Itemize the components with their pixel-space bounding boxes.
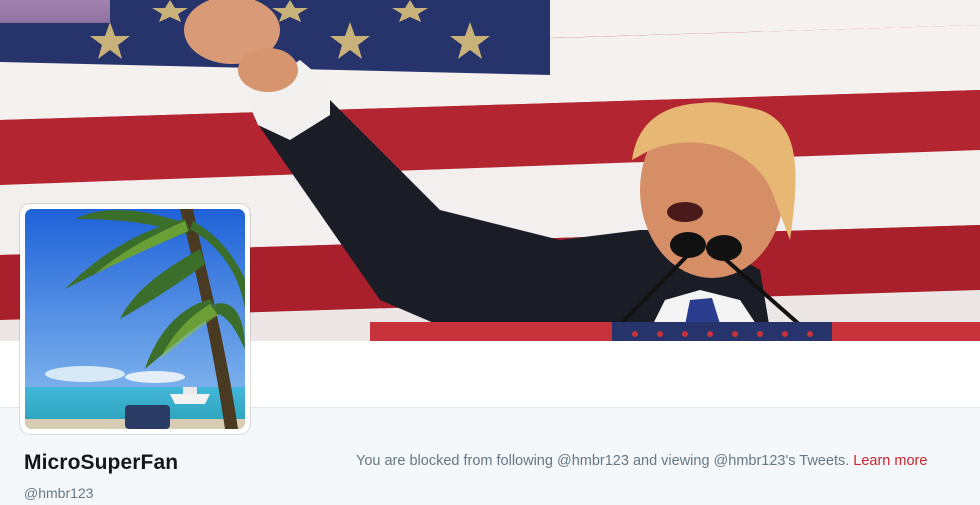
corner-swatch bbox=[0, 0, 110, 23]
blocked-notice: You are blocked from following @hmbr123 … bbox=[356, 453, 927, 469]
profile-page: MicroSuperFan @hmbr123 You are blocked f… bbox=[0, 0, 980, 505]
profile-avatar[interactable] bbox=[20, 204, 250, 434]
blocked-notice-text: You are blocked from following @hmbr123 … bbox=[356, 453, 850, 469]
palm-beach-avatar-image bbox=[25, 209, 245, 429]
avatar-image-frame bbox=[25, 209, 245, 429]
learn-more-link[interactable]: Learn more bbox=[853, 453, 927, 469]
profile-display-name[interactable]: MicroSuperFan bbox=[24, 451, 178, 475]
profile-handle[interactable]: @hmbr123 bbox=[24, 485, 93, 501]
